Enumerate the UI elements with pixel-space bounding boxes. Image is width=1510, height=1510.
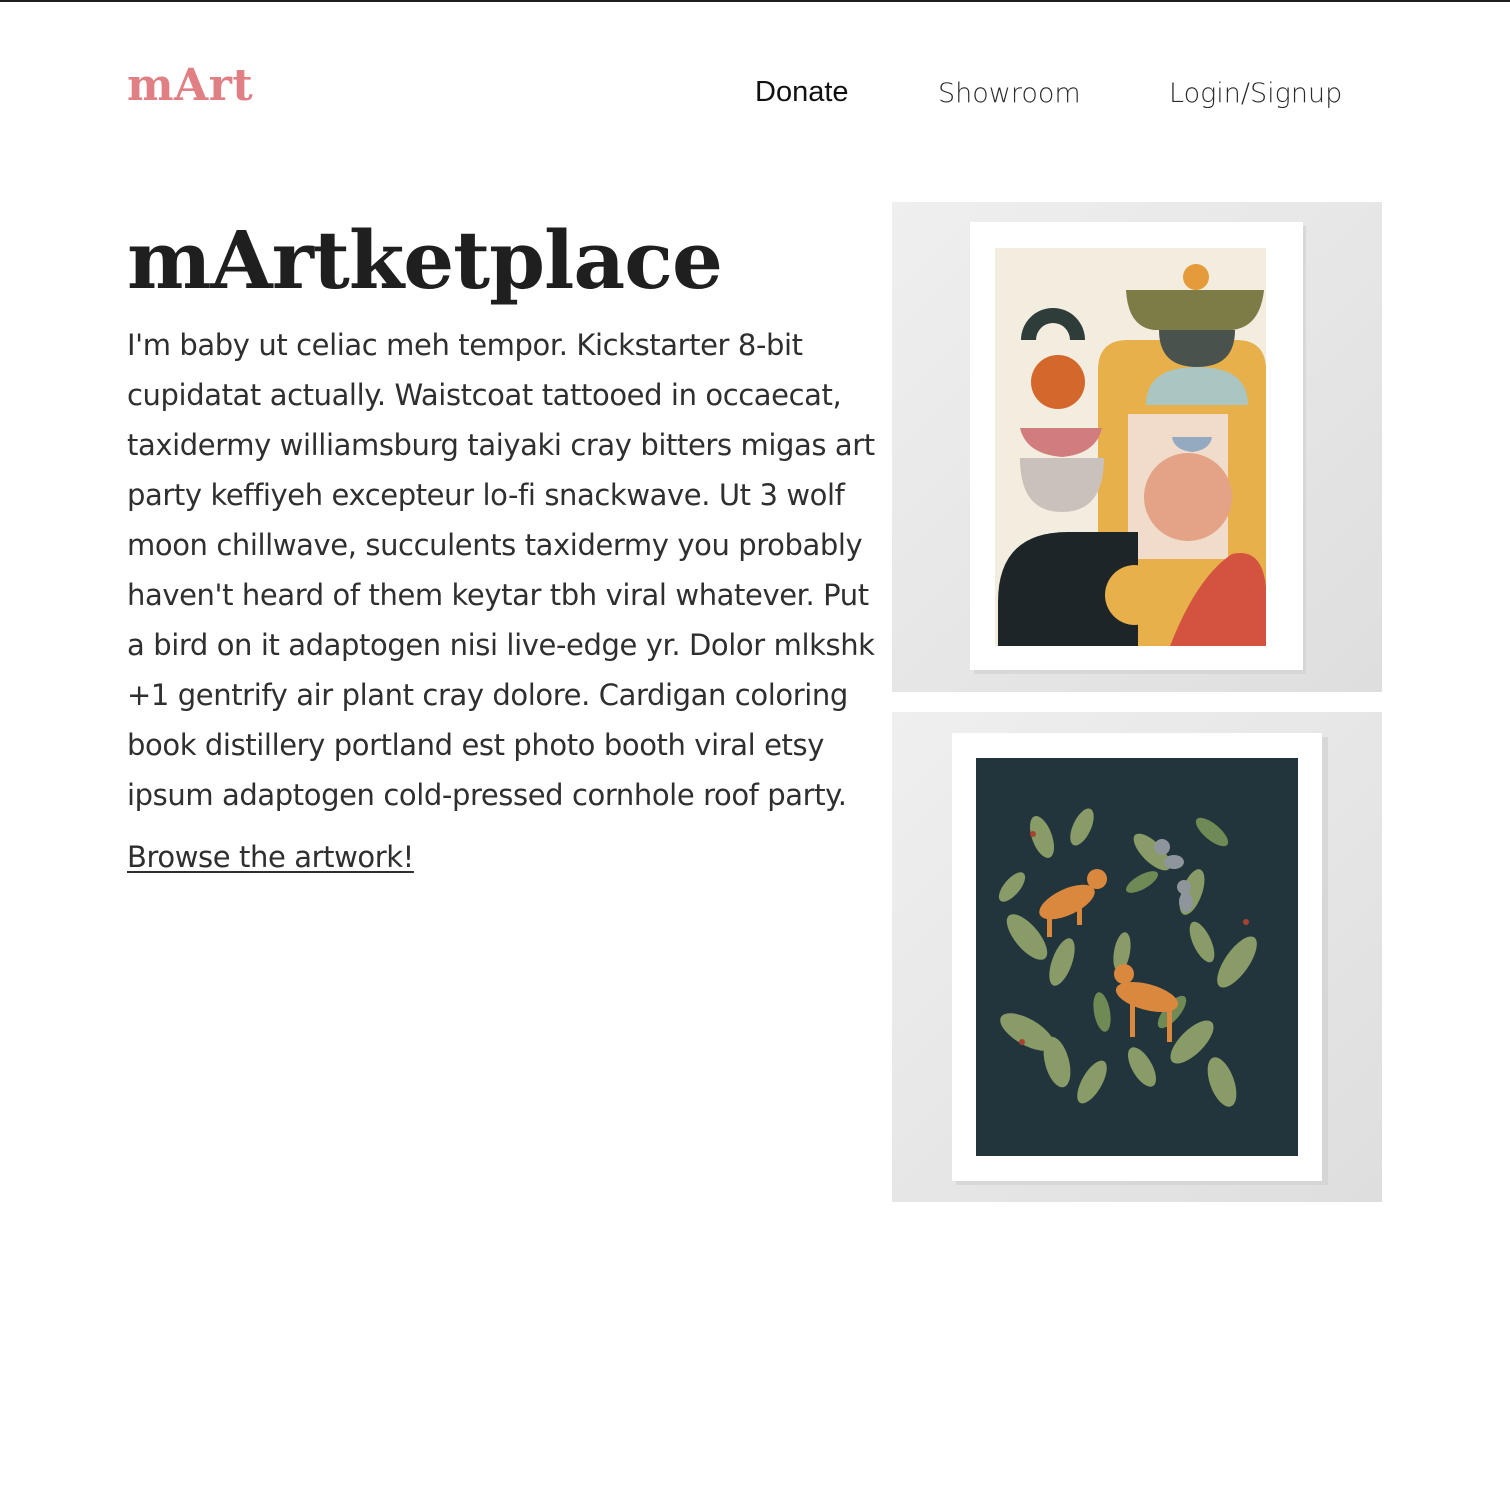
logo-link[interactable]: mArt	[127, 60, 253, 111]
top-nav: mArt Donate Showroom Login/Signup	[0, 2, 1510, 162]
artwork-card-jungle[interactable]	[892, 712, 1382, 1202]
jungle-artwork-image	[892, 712, 1382, 1202]
page-title: mArtketplace	[127, 213, 723, 307]
nav-showroom-link[interactable]: Showroom	[938, 78, 1081, 109]
nav-login-signup-link[interactable]: Login/Signup	[1169, 78, 1342, 109]
abstract-artwork-image	[892, 202, 1382, 692]
hero-description: I'm baby ut celiac meh tempor. Kickstart…	[127, 328, 875, 812]
artwork-card-abstract[interactable]	[892, 202, 1382, 692]
browse-artwork-link[interactable]: Browse the artwork!	[127, 840, 414, 874]
nav-donate-link[interactable]: Donate	[755, 76, 849, 109]
